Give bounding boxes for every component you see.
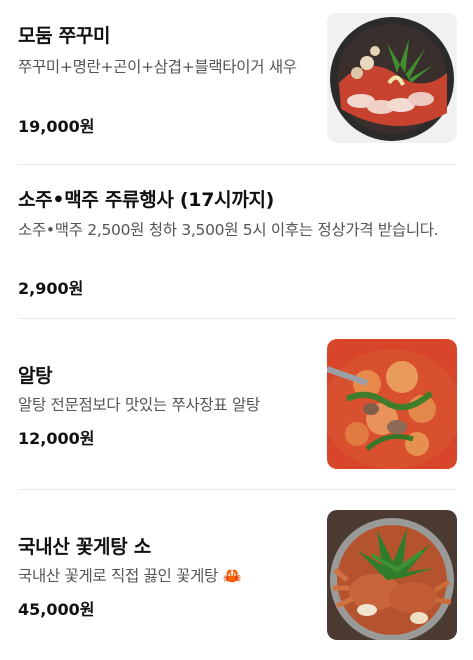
altang-photo-art: [327, 339, 457, 469]
menu-item-name: 모둠 쭈꾸미: [18, 25, 111, 47]
menu-item-photo[interactable]: [327, 510, 457, 640]
menu-item-description: 알탕 전문점보다 맛있는 쭈사장표 알탕: [18, 396, 260, 414]
menu-item-price: 19,000원: [18, 117, 95, 136]
menu-item-name: 국내산 꽃게탕 소: [18, 536, 151, 558]
menu-item-name: 소주•맥주 주류행사 (17시까지): [18, 189, 275, 211]
menu-item-liquor-promotion[interactable]: 소주•맥주 주류행사 (17시까지) 소주•맥주 2,500원 청하 3,500…: [0, 165, 473, 318]
menu-item-photo[interactable]: [327, 339, 457, 469]
menu-item-price: 12,000원: [18, 429, 95, 448]
menu-item-description: 쭈꾸미+명란+곤이+삼겹+블랙타이거 새우: [18, 58, 297, 76]
jjukkumi-photo-art: [327, 13, 457, 143]
menu-item-description: 국내산 꽃게로 직접 끓인 꽃게탕 🦀: [18, 567, 242, 585]
menu-item-name: 알탕: [18, 365, 53, 387]
menu-item-price: 2,900원: [18, 279, 84, 298]
menu-list: 모둠 쭈꾸미 쭈꾸미+명란+곤이+삼겹+블랙타이거 새우 19,000원 소주•…: [0, 0, 473, 660]
menu-item-flower-crab-stew[interactable]: 국내산 꽃게탕 소 국내산 꽃게로 직접 끓인 꽃게탕 🦀 45,000원: [0, 490, 473, 660]
crab-stew-photo-art: [327, 510, 457, 640]
menu-item-jjukkumi-platter[interactable]: 모둠 쭈꾸미 쭈꾸미+명란+곤이+삼겹+블랙타이거 새우 19,000원: [0, 0, 473, 164]
menu-item-price: 45,000원: [18, 600, 95, 619]
menu-item-description: 소주•맥주 2,500원 청하 3,500원 5시 이후는 정상가격 받습니다.: [18, 221, 439, 239]
menu-item-altang[interactable]: 알탕 알탕 전문점보다 맛있는 쭈사장표 알탕 12,000원: [0, 319, 473, 489]
menu-item-photo[interactable]: [327, 13, 457, 143]
